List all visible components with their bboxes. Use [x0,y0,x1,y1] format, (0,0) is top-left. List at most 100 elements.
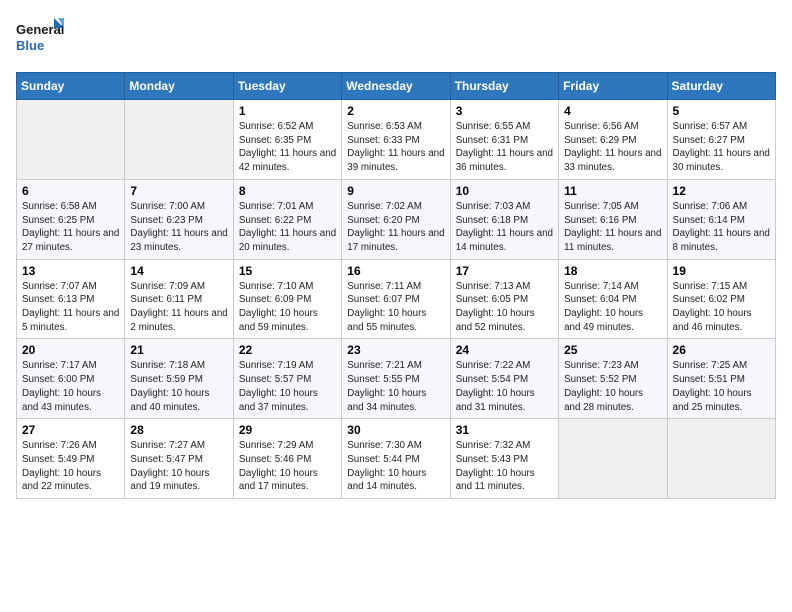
day-info: Sunrise: 7:22 AM Sunset: 5:54 PM Dayligh… [456,359,553,414]
day-number: 30 [347,423,444,437]
day-info: Sunrise: 7:27 AM Sunset: 5:47 PM Dayligh… [130,439,227,494]
day-number: 12 [673,184,770,198]
week-row-4: 20 Sunrise: 7:17 AM Sunset: 6:00 PM Dayli… [17,339,776,419]
day-info: Sunrise: 7:23 AM Sunset: 5:52 PM Dayligh… [564,359,661,414]
calendar-cell: 24Sunrise: 7:22 AM Sunset: 5:54 PM Dayli… [450,339,558,419]
header-day-tuesday: Tuesday [233,73,341,100]
calendar-cell [125,100,233,180]
day-number: 6 [22,184,119,198]
header-day-thursday: Thursday [450,73,558,100]
header-row: SundayMondayTuesdayWednesdayThursdayFrid… [17,73,776,100]
calendar-cell: 15 Sunrise: 7:10 AM Sunset: 6:09 PM Dayli… [233,259,341,339]
day-info: Sunrise: 7:01 AM Sunset: 6:22 PM Dayligh… [239,200,336,255]
calendar-cell: 29 Sunrise: 7:29 AM Sunset: 5:46 PM Dayli… [233,419,341,499]
day-info: Sunrise: 7:11 AM Sunset: 6:07 PM Dayligh… [347,280,444,335]
day-number: 3 [456,104,553,118]
calendar-cell: 17 Sunrise: 7:13 AM Sunset: 6:05 PM Dayli… [450,259,558,339]
day-info: Sunrise: 7:15 AM Sunset: 6:02 PM Dayligh… [673,280,770,335]
day-info: Sunrise: 6:57 AM Sunset: 6:27 PM Dayligh… [673,120,770,175]
day-number: 29 [239,423,336,437]
day-info: Sunrise: 7:17 AM Sunset: 6:00 PM Dayligh… [22,359,119,414]
day-number: 19 [673,264,770,278]
header-day-monday: Monday [125,73,233,100]
day-number: 18 [564,264,661,278]
page-header: General Blue [16,16,776,60]
calendar-cell: 19 Sunrise: 7:15 AM Sunset: 6:02 PM Dayli… [667,259,775,339]
calendar-table: SundayMondayTuesdayWednesdayThursdayFrid… [16,72,776,499]
header-day-wednesday: Wednesday [342,73,450,100]
header-day-sunday: Sunday [17,73,125,100]
week-row-3: 13 Sunrise: 7:07 AM Sunset: 6:13 PM Dayli… [17,259,776,339]
calendar-cell: 7 Sunrise: 7:00 AM Sunset: 6:23 PM Daylig… [125,179,233,259]
day-number: 17 [456,264,553,278]
day-info: Sunrise: 7:06 AM Sunset: 6:14 PM Dayligh… [673,200,770,255]
day-info: Sunrise: 6:55 AM Sunset: 6:31 PM Dayligh… [456,120,553,175]
day-number: 23 [347,343,444,357]
calendar-cell: 21Sunrise: 7:18 AM Sunset: 5:59 PM Dayli… [125,339,233,419]
day-number: 10 [456,184,553,198]
header-day-friday: Friday [559,73,667,100]
day-number: 11 [564,184,661,198]
day-number: 27 [22,423,119,437]
day-info: Sunrise: 7:19 AM Sunset: 5:57 PM Dayligh… [239,359,336,414]
day-info: Sunrise: 6:56 AM Sunset: 6:29 PM Dayligh… [564,120,661,175]
day-number: 21 [130,343,227,357]
day-number: 13 [22,264,119,278]
calendar-cell: 28 Sunrise: 7:27 AM Sunset: 5:47 PM Dayli… [125,419,233,499]
day-info: Sunrise: 7:32 AM Sunset: 5:43 PM Dayligh… [456,439,553,494]
calendar-cell: 16Sunrise: 7:11 AM Sunset: 6:07 PM Dayli… [342,259,450,339]
svg-text:Blue: Blue [16,38,44,53]
calendar-cell: 11 Sunrise: 7:05 AM Sunset: 6:16 PM Dayli… [559,179,667,259]
day-number: 14 [130,264,227,278]
week-row-5: 27 Sunrise: 7:26 AM Sunset: 5:49 PM Dayli… [17,419,776,499]
day-number: 7 [130,184,227,198]
calendar-cell: 1Sunrise: 6:52 AM Sunset: 6:35 PM Daylig… [233,100,341,180]
day-info: Sunrise: 7:00 AM Sunset: 6:23 PM Dayligh… [130,200,227,255]
calendar-cell: 26Sunrise: 7:25 AM Sunset: 5:51 PM Dayli… [667,339,775,419]
day-number: 28 [130,423,227,437]
header-day-saturday: Saturday [667,73,775,100]
day-number: 8 [239,184,336,198]
calendar-cell: 18Sunrise: 7:14 AM Sunset: 6:04 PM Dayli… [559,259,667,339]
day-info: Sunrise: 6:53 AM Sunset: 6:33 PM Dayligh… [347,120,444,175]
week-row-1: 1Sunrise: 6:52 AM Sunset: 6:35 PM Daylig… [17,100,776,180]
calendar-cell: 4Sunrise: 6:56 AM Sunset: 6:29 PM Daylig… [559,100,667,180]
calendar-cell: 25Sunrise: 7:23 AM Sunset: 5:52 PM Dayli… [559,339,667,419]
day-info: Sunrise: 7:30 AM Sunset: 5:44 PM Dayligh… [347,439,444,494]
day-info: Sunrise: 6:58 AM Sunset: 6:25 PM Dayligh… [22,200,119,255]
day-number: 15 [239,264,336,278]
day-number: 26 [673,343,770,357]
calendar-header: SundayMondayTuesdayWednesdayThursdayFrid… [17,73,776,100]
logo-svg: General Blue [16,16,66,60]
calendar-cell: 22 Sunrise: 7:19 AM Sunset: 5:57 PM Dayli… [233,339,341,419]
calendar-cell: 2 Sunrise: 6:53 AM Sunset: 6:33 PM Daylig… [342,100,450,180]
calendar-cell: 30 Sunrise: 7:30 AM Sunset: 5:44 PM Dayli… [342,419,450,499]
calendar-cell: 13 Sunrise: 7:07 AM Sunset: 6:13 PM Dayli… [17,259,125,339]
calendar-cell: 3 Sunrise: 6:55 AM Sunset: 6:31 PM Daylig… [450,100,558,180]
day-info: Sunrise: 7:03 AM Sunset: 6:18 PM Dayligh… [456,200,553,255]
day-number: 9 [347,184,444,198]
day-number: 2 [347,104,444,118]
day-info: Sunrise: 7:07 AM Sunset: 6:13 PM Dayligh… [22,280,119,335]
calendar-cell: 8 Sunrise: 7:01 AM Sunset: 6:22 PM Daylig… [233,179,341,259]
day-info: Sunrise: 7:26 AM Sunset: 5:49 PM Dayligh… [22,439,119,494]
day-number: 20 [22,343,119,357]
calendar-cell: 27 Sunrise: 7:26 AM Sunset: 5:49 PM Dayli… [17,419,125,499]
calendar-cell: 14 Sunrise: 7:09 AM Sunset: 6:11 PM Dayli… [125,259,233,339]
day-info: Sunrise: 7:09 AM Sunset: 6:11 PM Dayligh… [130,280,227,335]
calendar-cell: 31Sunrise: 7:32 AM Sunset: 5:43 PM Dayli… [450,419,558,499]
day-number: 22 [239,343,336,357]
week-row-2: 6 Sunrise: 6:58 AM Sunset: 6:25 PM Daylig… [17,179,776,259]
calendar-cell [17,100,125,180]
day-number: 1 [239,104,336,118]
day-info: Sunrise: 7:05 AM Sunset: 6:16 PM Dayligh… [564,200,661,255]
calendar-cell [667,419,775,499]
day-info: Sunrise: 7:10 AM Sunset: 6:09 PM Dayligh… [239,280,336,335]
day-info: Sunrise: 7:29 AM Sunset: 5:46 PM Dayligh… [239,439,336,494]
calendar-cell: 9 Sunrise: 7:02 AM Sunset: 6:20 PM Daylig… [342,179,450,259]
day-number: 5 [673,104,770,118]
day-info: Sunrise: 7:02 AM Sunset: 6:20 PM Dayligh… [347,200,444,255]
calendar-cell [559,419,667,499]
day-info: Sunrise: 7:13 AM Sunset: 6:05 PM Dayligh… [456,280,553,335]
calendar-cell: 12 Sunrise: 7:06 AM Sunset: 6:14 PM Dayli… [667,179,775,259]
